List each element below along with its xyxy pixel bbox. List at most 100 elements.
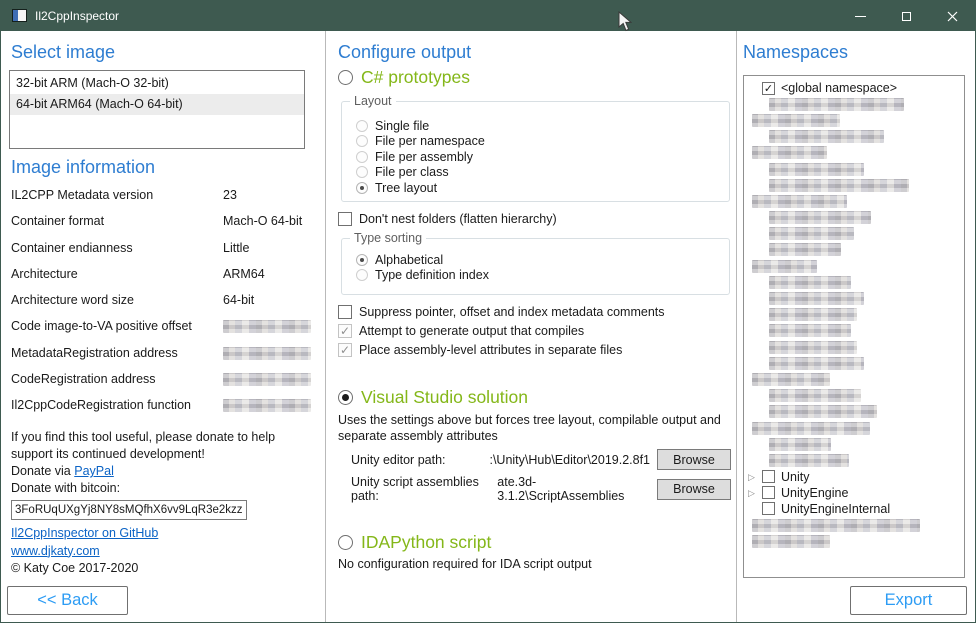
namespace-tree-item[interactable]: ▷ <global namespace> xyxy=(748,80,964,96)
namespace-tree-item[interactable]: ▷ xyxy=(748,517,964,533)
info-row: Container format Mach-O 64-bit xyxy=(11,214,311,240)
namespace-tree-item[interactable]: ▷ UnityEngine xyxy=(748,485,964,501)
radio-icon xyxy=(356,269,368,281)
namespace-tree-item[interactable]: ▷ xyxy=(748,452,964,468)
namespace-tree-item[interactable]: ▷ xyxy=(748,129,964,145)
layout-option-radio[interactable]: Single file xyxy=(356,118,729,134)
image-list-item[interactable]: 32-bit ARM (Mach-O 32-bit) xyxy=(10,73,304,94)
visual-studio-solution-radio[interactable]: Visual Studio solution xyxy=(338,387,528,408)
export-button[interactable]: Export xyxy=(850,586,967,615)
redacted-namespace[interactable] xyxy=(769,389,861,402)
redacted-namespace[interactable] xyxy=(769,211,871,224)
redacted-namespace[interactable] xyxy=(769,454,849,467)
namespace-tree-item[interactable]: ▷ xyxy=(748,242,964,258)
namespace-tree-item[interactable]: ▷ xyxy=(748,371,964,387)
browse-button[interactable]: Browse xyxy=(657,479,731,500)
flatten-hierarchy-checkbox[interactable]: Don't nest folders (flatten hierarchy) xyxy=(338,212,557,226)
redacted-namespace[interactable] xyxy=(752,519,920,532)
namespace-tree-item[interactable]: ▷ Unity xyxy=(748,469,964,485)
namespace-tree-item[interactable]: ▷ xyxy=(748,323,964,339)
csharp-prototypes-radio[interactable]: C# prototypes xyxy=(338,67,470,88)
redacted-namespace[interactable] xyxy=(769,292,864,305)
namespace-tree-item[interactable]: ▷ xyxy=(748,193,964,209)
redacted-namespace[interactable] xyxy=(769,130,884,143)
namespace-tree-item[interactable]: ▷ xyxy=(748,533,964,549)
radio-icon xyxy=(338,70,353,85)
copyright-text: © Katy Coe 2017-2020 xyxy=(11,560,158,578)
namespace-checkbox[interactable] xyxy=(762,82,775,95)
info-row: MetadataRegistration address xyxy=(11,346,311,372)
donate-via-text: Donate via xyxy=(11,464,74,478)
redacted-namespace[interactable] xyxy=(752,535,830,548)
back-button[interactable]: << Back xyxy=(7,586,128,615)
namespace-checkbox[interactable] xyxy=(762,470,775,483)
namespace-tree-item[interactable]: ▷ xyxy=(748,258,964,274)
redacted-namespace[interactable] xyxy=(769,227,854,240)
redacted-namespace[interactable] xyxy=(752,146,827,159)
redacted-namespace[interactable] xyxy=(769,341,857,354)
expander-icon[interactable]: ▷ xyxy=(748,470,762,484)
redacted-namespace[interactable] xyxy=(769,179,909,192)
redacted-namespace[interactable] xyxy=(752,114,840,127)
browse-button[interactable]: Browse xyxy=(657,449,731,470)
image-list-item[interactable]: 64-bit ARM64 (Mach-O 64-bit) xyxy=(10,94,304,115)
info-label: Container format xyxy=(11,214,223,228)
redacted-namespace[interactable] xyxy=(769,163,864,176)
redacted-namespace[interactable] xyxy=(769,276,851,289)
info-label: MetadataRegistration address xyxy=(11,346,223,360)
redacted-namespace[interactable] xyxy=(769,405,877,418)
type-sorting-option-radio[interactable]: Type definition index xyxy=(356,268,729,284)
namespace-tree-item[interactable]: ▷ xyxy=(748,274,964,290)
close-button[interactable] xyxy=(929,1,975,31)
layout-option-radio[interactable]: File per assembly xyxy=(356,149,729,165)
paypal-link[interactable]: PayPal xyxy=(74,464,114,478)
window-title: Il2CppInspector xyxy=(35,1,119,31)
redacted-namespace[interactable] xyxy=(769,357,864,370)
namespace-tree-item[interactable]: ▷ xyxy=(748,436,964,452)
titlebar: Il2CppInspector xyxy=(1,1,975,31)
image-listbox[interactable]: 32-bit ARM (Mach-O 32-bit) 64-bit ARM64 … xyxy=(9,70,305,149)
namespace-tree-item[interactable]: ▷ xyxy=(748,307,964,323)
namespace-checkbox[interactable] xyxy=(762,486,775,499)
maximize-button[interactable] xyxy=(883,1,929,31)
type-sorting-option-radio[interactable]: Alphabetical xyxy=(356,252,729,268)
idapython-script-radio[interactable]: IDAPython script xyxy=(338,532,491,553)
expander-icon[interactable]: ▷ xyxy=(748,486,762,500)
namespace-tree-item[interactable]: ▷ xyxy=(748,388,964,404)
layout-option-radio[interactable]: File per namespace xyxy=(356,134,729,150)
redacted-namespace[interactable] xyxy=(752,422,870,435)
redacted-namespace[interactable] xyxy=(769,308,857,321)
layout-option-radio[interactable]: Tree layout xyxy=(356,180,729,196)
namespaces-tree[interactable]: ▷ <global namespace> ▷ ▷ ▷ xyxy=(743,75,965,578)
namespace-tree-item[interactable]: ▷ xyxy=(748,355,964,371)
redacted-namespace[interactable] xyxy=(752,373,830,386)
namespace-tree-item[interactable]: ▷ xyxy=(748,339,964,355)
path-value: ate.3d-3.1.2\ScriptAssemblies xyxy=(497,475,657,503)
namespace-tree-item[interactable]: ▷ xyxy=(748,177,964,193)
namespace-tree-item[interactable]: ▷ xyxy=(748,404,964,420)
redacted-namespace[interactable] xyxy=(769,324,851,337)
layout-option-radio[interactable]: File per class xyxy=(356,165,729,181)
namespace-tree-item[interactable]: ▷ xyxy=(748,145,964,161)
redacted-namespace[interactable] xyxy=(769,438,831,451)
redacted-namespace[interactable] xyxy=(769,243,841,256)
minimize-button[interactable] xyxy=(837,1,883,31)
namespace-tree-item[interactable]: ▷ xyxy=(748,226,964,242)
github-link[interactable]: Il2CppInspector on GitHub xyxy=(11,526,158,540)
namespace-tree-item[interactable]: ▷ xyxy=(748,210,964,226)
namespace-tree-item[interactable]: ▷ xyxy=(748,112,964,128)
namespace-tree-item[interactable]: ▷ UnityEngineInternal xyxy=(748,501,964,517)
output-option-checkbox[interactable]: Place assembly-level attributes in separ… xyxy=(338,341,665,360)
website-link[interactable]: www.djkaty.com xyxy=(11,544,100,558)
output-option-checkbox[interactable]: Attempt to generate output that compiles xyxy=(338,321,665,340)
namespace-tree-item[interactable]: ▷ xyxy=(748,420,964,436)
namespace-tree-item[interactable]: ▷ xyxy=(748,290,964,306)
redacted-namespace[interactable] xyxy=(752,195,847,208)
namespace-tree-item[interactable]: ▷ xyxy=(748,161,964,177)
redacted-namespace[interactable] xyxy=(752,260,817,273)
namespace-tree-item[interactable]: ▷ xyxy=(748,96,964,112)
bitcoin-address-input[interactable] xyxy=(11,500,247,520)
output-option-checkbox[interactable]: Suppress pointer, offset and index metad… xyxy=(338,302,665,321)
namespace-checkbox[interactable] xyxy=(762,502,775,515)
redacted-namespace[interactable] xyxy=(769,98,904,111)
